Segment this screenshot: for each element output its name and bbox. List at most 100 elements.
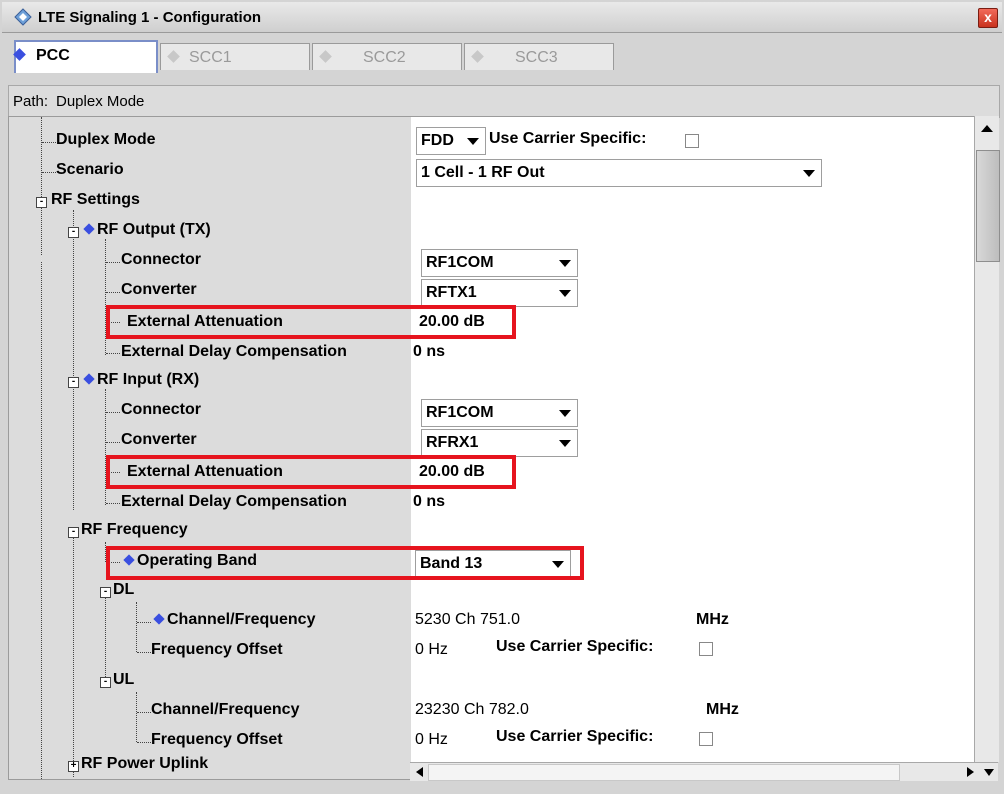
- dl-channel-value[interactable]: 5230 Ch 751.0: [415, 611, 520, 629]
- tab-label: SCC1: [189, 49, 232, 66]
- rf-input-label: RF Input (RX): [97, 371, 200, 388]
- scroll-right-icon[interactable]: [967, 767, 974, 777]
- tab-scc3[interactable]: SCC3: [464, 43, 614, 70]
- collapse-icon[interactable]: -: [68, 527, 79, 538]
- duplex-mode-value: FDD: [421, 132, 454, 149]
- rf-output-ext-delay-value[interactable]: 0 ns: [413, 343, 445, 361]
- collapse-icon[interactable]: -: [100, 677, 111, 688]
- duplex-carrier-checkbox[interactable]: [685, 134, 699, 148]
- duplex-mode-label: Duplex Mode: [56, 131, 156, 148]
- rf-output-connector-select[interactable]: RF1COM: [421, 249, 578, 277]
- tab-label: PCC: [36, 47, 70, 64]
- rf-output-connector-value: RF1COM: [426, 254, 494, 271]
- carrier-tabs: PCC SCC1 SCC2 SCC3: [13, 38, 1004, 73]
- close-button[interactable]: x: [978, 8, 998, 28]
- rf-settings-label: RF Settings: [51, 191, 140, 208]
- rf-input-node: RF Input (RX): [81, 371, 199, 399]
- rf-output-converter-value: RFTX1: [426, 284, 477, 301]
- tree-line: [137, 742, 151, 743]
- rf-input-converter-value: RFRX1: [426, 434, 479, 451]
- title-bar[interactable]: LTE Signaling 1 - Configuration x: [2, 2, 1002, 33]
- tree-line: [106, 412, 120, 413]
- dropdown-arrow-icon: [467, 138, 479, 145]
- tree-line: [136, 602, 137, 652]
- diamond-icon: [471, 50, 484, 63]
- diamond-icon: [83, 223, 95, 235]
- duplex-carrier-label: Use Carrier Specific:: [489, 130, 647, 147]
- diamond-icon: [83, 373, 95, 385]
- rf-input-connector-select[interactable]: RF1COM: [421, 399, 578, 427]
- dropdown-arrow-icon: [559, 290, 571, 297]
- duplex-mode-select[interactable]: FDD: [416, 127, 486, 155]
- vertical-scrollbar[interactable]: [974, 116, 1000, 762]
- tree-line: [106, 262, 120, 263]
- tab-scc2[interactable]: SCC2: [312, 43, 462, 70]
- dl-offset-value[interactable]: 0 Hz: [415, 641, 448, 659]
- scroll-track[interactable]: [428, 764, 900, 781]
- rf-power-uplink-label: RF Power Uplink: [81, 755, 209, 772]
- app-logo-icon: [14, 8, 32, 26]
- dl-offset-label: Frequency Offset: [151, 641, 283, 658]
- tree-line: [41, 117, 42, 255]
- horizontal-scrollbar[interactable]: [410, 762, 998, 781]
- rf-output-connector-label: Connector: [121, 251, 201, 268]
- tab-label: SCC2: [363, 49, 406, 66]
- tree-line: [42, 172, 56, 173]
- expand-icon[interactable]: +: [68, 761, 79, 772]
- tree-line: [42, 142, 56, 143]
- dropdown-arrow-icon: [559, 440, 571, 447]
- tree-line: [137, 622, 151, 623]
- ul-channel-value[interactable]: 23230 Ch 782.0: [415, 701, 529, 719]
- rf-input-converter-select[interactable]: RFRX1: [421, 429, 578, 457]
- tree-line: [106, 292, 120, 293]
- dl-channel-node: Channel/Frequency: [151, 611, 315, 639]
- path-value: Duplex Mode: [56, 93, 145, 110]
- ul-carrier-label: Use Carrier Specific:: [496, 728, 654, 745]
- scenario-value: 1 Cell - 1 RF Out: [421, 164, 545, 181]
- scenario-label: Scenario: [56, 161, 124, 178]
- rf-input-ext-delay-value[interactable]: 0 ns: [413, 493, 445, 511]
- tree-line: [137, 712, 151, 713]
- scenario-select[interactable]: 1 Cell - 1 RF Out: [416, 159, 822, 187]
- ul-offset-value[interactable]: 0 Hz: [415, 731, 448, 749]
- tab-scc1[interactable]: SCC1: [160, 43, 310, 70]
- collapse-icon[interactable]: -: [68, 377, 79, 388]
- highlight-operating-band: [106, 546, 584, 580]
- rf-output-label: RF Output (TX): [97, 221, 211, 238]
- dl-carrier-checkbox[interactable]: [699, 642, 713, 656]
- dropdown-arrow-icon: [559, 260, 571, 267]
- diamond-icon: [167, 50, 180, 63]
- tree-line: [137, 652, 151, 653]
- tree-line: [41, 262, 42, 779]
- tree-line: [73, 537, 74, 777]
- path-prefix: Path:: [13, 93, 49, 110]
- rf-frequency-label: RF Frequency: [81, 521, 188, 538]
- collapse-icon[interactable]: -: [68, 227, 79, 238]
- ul-channel-label: Channel/Frequency: [151, 701, 300, 718]
- tab-pcc[interactable]: PCC: [13, 40, 158, 73]
- scroll-down-icon[interactable]: [984, 769, 994, 776]
- scroll-thumb[interactable]: [976, 150, 1000, 262]
- scroll-left-icon[interactable]: [416, 767, 423, 777]
- rf-output-node: RF Output (TX): [81, 221, 211, 249]
- tree-line: [73, 210, 74, 510]
- rf-input-connector-value: RF1COM: [426, 404, 494, 421]
- dl-label: DL: [113, 581, 135, 598]
- highlight-rf-input-ext-att: [106, 455, 516, 489]
- close-icon: x: [984, 9, 992, 25]
- scroll-up-icon[interactable]: [981, 125, 993, 132]
- collapse-icon[interactable]: -: [36, 197, 47, 208]
- tree-line: [105, 597, 106, 677]
- dropdown-arrow-icon: [559, 410, 571, 417]
- rf-input-connector-label: Connector: [121, 401, 201, 418]
- tab-label: SCC3: [515, 49, 558, 66]
- diamond-icon: [319, 50, 332, 63]
- dropdown-arrow-icon: [803, 170, 815, 177]
- collapse-icon[interactable]: -: [100, 587, 111, 598]
- tree-line: [106, 353, 120, 354]
- ul-label: UL: [113, 671, 135, 688]
- rf-output-converter-select[interactable]: RFTX1: [421, 279, 578, 307]
- ul-carrier-checkbox[interactable]: [699, 732, 713, 746]
- dl-carrier-label: Use Carrier Specific:: [496, 638, 654, 655]
- window-title: LTE Signaling 1 - Configuration: [38, 9, 262, 26]
